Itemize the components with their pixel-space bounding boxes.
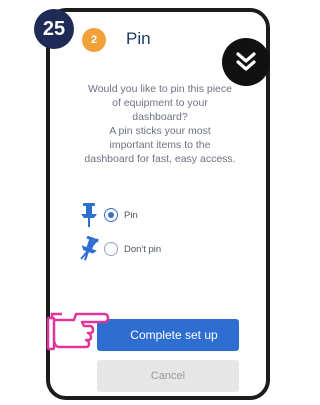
pin-radio[interactable] bbox=[104, 208, 118, 222]
option-pin[interactable]: Pin bbox=[78, 202, 248, 228]
pin-icon bbox=[81, 203, 97, 227]
question-line: of equipment to your bbox=[112, 97, 208, 109]
complete-setup-button[interactable]: Complete set up bbox=[97, 319, 239, 351]
double-chevron-down-icon bbox=[236, 52, 256, 71]
option-dont-pin[interactable]: Don't pin bbox=[78, 236, 248, 262]
screen-title: Pin bbox=[126, 29, 151, 48]
wizard-step-indicator: 2 bbox=[82, 28, 106, 52]
radio-selected-dot bbox=[108, 212, 114, 218]
question-line: important items to the bbox=[109, 139, 211, 151]
dont-pin-radio[interactable] bbox=[104, 242, 118, 256]
pin-crossed-icon bbox=[80, 236, 99, 261]
pin-question-text: Would you like to pin this piece of equi… bbox=[60, 82, 260, 166]
collapse-button[interactable] bbox=[222, 38, 270, 86]
dont-pin-option-label: Don't pin bbox=[124, 243, 162, 255]
question-line: dashboard? bbox=[132, 111, 188, 123]
pin-option-label: Pin bbox=[124, 209, 138, 221]
question-line: dashboard for fast, easy access. bbox=[84, 153, 236, 165]
cancel-button[interactable]: Cancel bbox=[97, 360, 239, 392]
pointing-hand-icon bbox=[46, 312, 110, 351]
step-number-badge: 25 bbox=[34, 9, 74, 49]
question-line: A pin sticks your most bbox=[109, 125, 211, 137]
question-line: Would you like to pin this piece bbox=[88, 83, 232, 95]
